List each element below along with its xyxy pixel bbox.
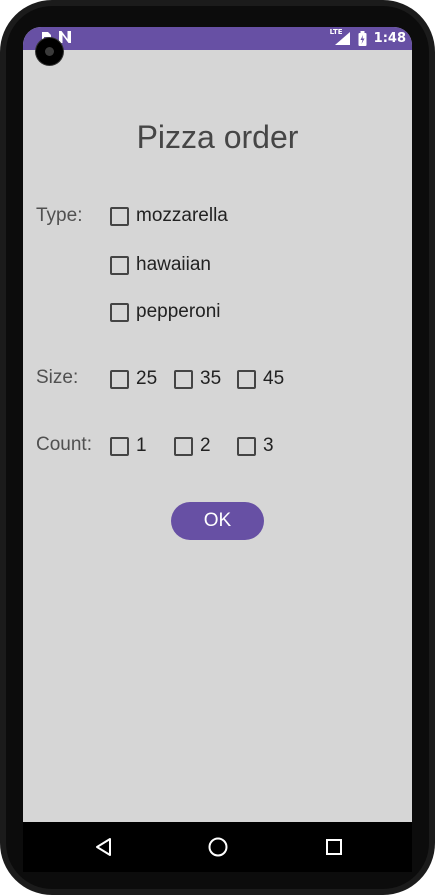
ok-button[interactable]: OK <box>171 502 264 540</box>
signal-icon: LTE <box>330 28 351 46</box>
recents-icon[interactable] <box>325 838 343 856</box>
checkbox-label: 2 <box>200 435 211 456</box>
checkbox-size-25[interactable]: 25 <box>110 368 157 390</box>
checkbox-hawaiian[interactable]: hawaiian <box>110 254 211 276</box>
checkbox-size-35[interactable]: 35 <box>174 368 221 390</box>
checkbox-label: hawaiian <box>136 254 211 275</box>
checkbox-box <box>237 436 256 456</box>
checkbox-box <box>174 369 193 389</box>
checkbox-size-45[interactable]: 45 <box>237 368 284 390</box>
home-icon[interactable] <box>207 836 229 858</box>
checkbox-label: 45 <box>263 368 285 389</box>
checkbox-label: 25 <box>136 368 158 389</box>
checkbox-box <box>110 369 129 389</box>
checkbox-label: pepperoni <box>136 301 221 322</box>
checkbox-label: 3 <box>263 435 274 456</box>
checkbox-label: 35 <box>200 368 222 389</box>
checkbox-count-1[interactable]: 1 <box>110 435 147 457</box>
status-bar: LTE 1:48 <box>23 27 412 50</box>
navigation-bar <box>23 822 412 872</box>
checkbox-box <box>237 369 256 389</box>
back-icon[interactable] <box>94 837 112 857</box>
checkbox-mozzarella[interactable]: mozzarella <box>110 205 228 227</box>
status-right: LTE 1:48 <box>330 28 406 46</box>
checkbox-box <box>110 436 129 456</box>
checkbox-box <box>110 206 129 226</box>
battery-icon <box>358 30 367 46</box>
checkbox-box <box>110 302 129 322</box>
app-screen: LTE 1:48 Pizza order Type: mozzarella ha… <box>23 27 412 822</box>
checkbox-count-3[interactable]: 3 <box>237 435 274 457</box>
page-title: Pizza order <box>136 119 299 155</box>
checkbox-box <box>174 436 193 456</box>
count-label: Count: <box>36 434 92 455</box>
size-label: Size: <box>36 367 79 388</box>
type-label: Type: <box>36 205 83 226</box>
checkbox-pepperoni[interactable]: pepperoni <box>110 301 221 323</box>
checkbox-count-2[interactable]: 2 <box>174 435 211 457</box>
clock: 1:48 <box>373 30 406 46</box>
checkbox-label: 1 <box>136 435 147 456</box>
n-notification-icon <box>59 31 71 43</box>
checkbox-label: mozzarella <box>136 205 228 226</box>
checkbox-box <box>110 255 129 275</box>
front-camera <box>36 38 63 65</box>
